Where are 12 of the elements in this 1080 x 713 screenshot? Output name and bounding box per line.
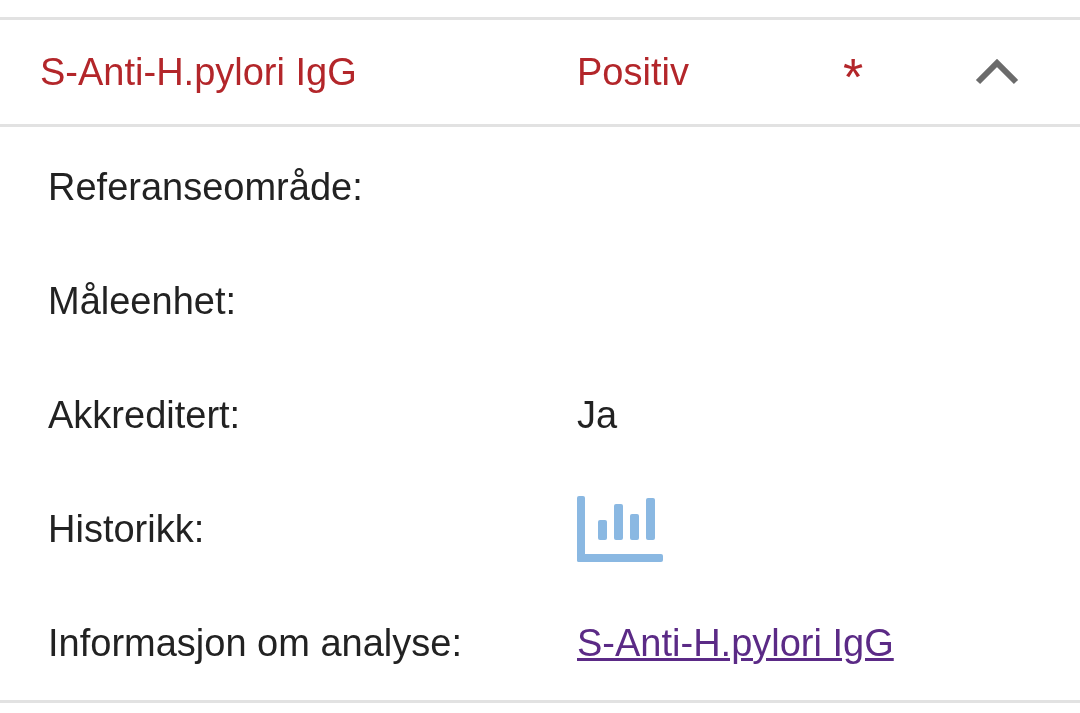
flag-mark: * — [843, 51, 864, 103]
result-header[interactable]: S-Anti-H.pylori IgG Positiv * — [0, 17, 1080, 127]
result-value: Positiv — [577, 49, 690, 95]
detail-value: Ja — [577, 392, 618, 438]
chevron-up-icon[interactable] — [975, 59, 1020, 85]
detail-label: Referanseområde: — [48, 164, 364, 210]
detail-label: Informasjon om analyse: — [48, 620, 463, 666]
detail-label: Akkreditert: — [48, 392, 242, 438]
detail-label: Historikk: — [48, 506, 206, 552]
analysis-link[interactable]: S-Anti-H.pylori IgG — [577, 614, 894, 672]
analysis-name: S-Anti-H.pylori IgG — [40, 49, 358, 95]
detail-label: Måleenhet: — [48, 278, 237, 324]
